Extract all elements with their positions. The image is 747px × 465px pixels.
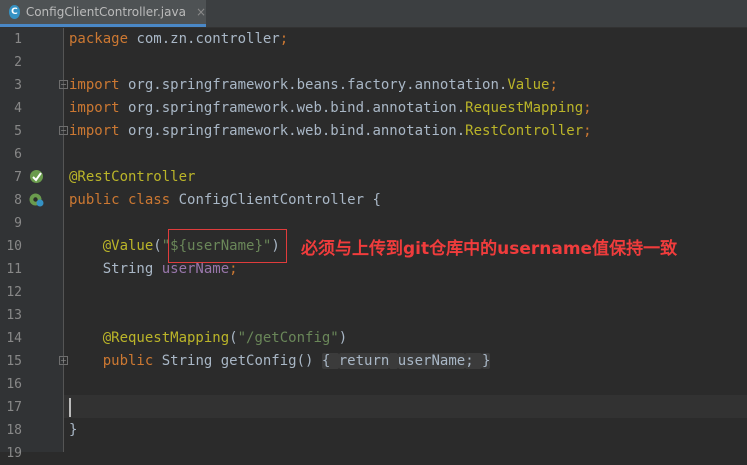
line-number: 19	[6, 446, 22, 461]
code-token: ;	[229, 261, 238, 277]
code-token: ;	[465, 353, 483, 369]
code-line: 18}	[0, 419, 747, 442]
line-number: 9	[14, 216, 22, 231]
code-token: import	[69, 77, 120, 93]
code-token: @Value	[102, 238, 154, 254]
line-number: 7	[14, 170, 22, 185]
code-line: 12	[0, 281, 747, 304]
code-line: 14 @RequestMapping("/getConfig")	[0, 327, 747, 350]
line-number: 10	[6, 239, 22, 254]
code-text: public String getConfig() { return userN…	[69, 350, 491, 373]
code-line: 1 package com.zn.controller;	[0, 28, 747, 51]
line-number: 15	[6, 354, 22, 369]
line-number: 14	[6, 331, 22, 346]
code-line: 13	[0, 304, 747, 327]
fold-marker-icon[interactable]: −	[59, 80, 68, 89]
code-text: package com.zn.controller;	[69, 28, 288, 51]
text-caret	[69, 398, 71, 417]
line-number: 13	[6, 308, 22, 323]
code-token: org.springframework.web.bind.annotation.	[119, 123, 466, 139]
code-line: 2	[0, 51, 747, 74]
line-number: 6	[14, 147, 22, 162]
code-token: {	[321, 353, 339, 369]
line-number: 8	[14, 193, 22, 208]
code-token: String getConfig()	[153, 353, 322, 369]
line-number: 2	[14, 55, 22, 70]
code-text: import org.springframework.web.bind.anno…	[69, 120, 592, 143]
code-token: (	[153, 238, 162, 254]
code-token: import	[69, 123, 120, 139]
code-text: import org.springframework.beans.factory…	[69, 74, 558, 97]
line-number: 17	[6, 400, 22, 415]
highlight-box	[168, 229, 287, 263]
code-text: public class ConfigClientController {	[69, 189, 381, 212]
code-line: 8 public class ConfigClientController {	[0, 189, 747, 212]
code-line: 9	[0, 212, 747, 235]
code-token: userName	[397, 353, 466, 369]
code-line: 5 import org.springframework.web.bind.ann…	[0, 120, 747, 143]
code-token: }	[482, 353, 491, 369]
code-text: @RestController	[69, 166, 195, 189]
code-token: (	[229, 330, 238, 346]
code-token: ;	[583, 100, 592, 116]
code-token: )	[338, 330, 348, 346]
code-token: ;	[279, 31, 289, 47]
line-number: 3	[14, 78, 22, 93]
code-token: import	[69, 100, 120, 116]
line-number: 11	[6, 262, 22, 277]
code-text: import org.springframework.web.bind.anno…	[69, 97, 592, 120]
code-token: public	[102, 353, 154, 369]
close-icon[interactable]: ×	[196, 5, 206, 19]
code-token: ConfigClientController {	[170, 192, 381, 208]
code-token: "/getConfig"	[237, 330, 339, 346]
code-line: 19	[0, 442, 747, 465]
code-line: 11 String userName;	[0, 258, 747, 281]
spring-controller-icon[interactable]	[29, 192, 44, 207]
line-number: 4	[14, 101, 22, 116]
code-token: Value	[507, 77, 550, 93]
annotation-note: 必须与上传到git仓库中的username值保持一致	[301, 239, 678, 259]
code-token: @RestController	[69, 169, 196, 185]
line-number: 5	[14, 124, 22, 139]
code-token: RequestMapping	[465, 100, 584, 116]
tab-label: ConfigClientController.java	[25, 5, 186, 19]
code-token: com.zn.controller	[128, 31, 280, 47]
code-token: String	[69, 261, 162, 277]
code-token: org.springframework.beans.factory.annota…	[119, 77, 508, 93]
code-line: 7 @RestController	[0, 166, 747, 189]
spring-bean-icon[interactable]	[29, 169, 44, 184]
fold-marker-icon[interactable]: −	[59, 126, 68, 135]
code-line: 4 import org.springframework.web.bind.ann…	[0, 97, 747, 120]
code-text: @RequestMapping("/getConfig")	[69, 327, 347, 350]
code-line: 15 public String getConfig() { return us…	[0, 350, 747, 373]
code-token: RestController	[465, 123, 584, 139]
code-line: 6	[0, 143, 747, 166]
code-token: userName	[161, 261, 230, 277]
code-token: ;	[583, 123, 592, 139]
code-line: 3 import org.springframework.beans.factor…	[0, 74, 747, 97]
code-text: }	[69, 419, 77, 442]
code-token: }	[69, 422, 78, 438]
code-token: return	[338, 353, 390, 369]
line-number: 16	[6, 377, 22, 392]
fold-marker-icon[interactable]: +	[59, 356, 68, 365]
code-token: public class	[69, 192, 171, 208]
tab-config-client-controller[interactable]: C ConfigClientController.java ×	[0, 0, 206, 27]
line-number: 12	[6, 285, 22, 300]
editor-tab-bar: C ConfigClientController.java ×	[0, 0, 747, 28]
code-line: 16	[0, 373, 747, 396]
line-number: 1	[14, 32, 22, 47]
code-token: ;	[549, 77, 558, 93]
code-token: @RequestMapping	[102, 330, 230, 346]
code-line: 17	[0, 396, 747, 419]
java-class-icon: C	[9, 5, 20, 19]
code-token	[389, 353, 398, 369]
code-token: package	[69, 31, 129, 47]
code-token: org.springframework.web.bind.annotation.	[119, 100, 466, 116]
line-number: 18	[6, 423, 22, 438]
